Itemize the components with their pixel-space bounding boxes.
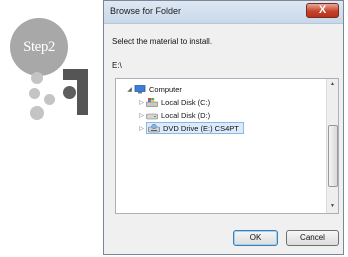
decorative-dot bbox=[63, 86, 76, 99]
tree-item-computer[interactable]: ◢ Computer bbox=[125, 83, 182, 95]
dialog-titlebar[interactable]: Browse for Folder X bbox=[104, 1, 343, 24]
decorative-dot bbox=[31, 72, 43, 84]
decorative-dot bbox=[29, 88, 40, 99]
collapse-arrow-icon[interactable]: ▷ bbox=[137, 99, 146, 106]
instruction-text: Select the material to install. bbox=[112, 37, 213, 46]
hard-drive-icon bbox=[146, 111, 158, 120]
dialog-title: Browse for Folder bbox=[110, 6, 182, 16]
step-label: Step2 bbox=[23, 38, 55, 55]
tree-item-local-disk-c[interactable]: ▷ Local Disk (C:) bbox=[137, 96, 210, 108]
close-button[interactable]: X bbox=[306, 3, 339, 18]
scrollbar-thumb[interactable] bbox=[328, 125, 338, 187]
dvd-drive-icon bbox=[148, 123, 160, 133]
collapse-arrow-icon[interactable]: ▷ bbox=[137, 112, 146, 119]
tree-item-label: Local Disk (C:) bbox=[161, 97, 211, 107]
expand-arrow-icon[interactable]: ◢ bbox=[125, 86, 134, 93]
cancel-button[interactable]: Cancel bbox=[286, 230, 339, 246]
selected-item-highlight[interactable]: DVD Drive (E:) CS4PT bbox=[146, 122, 244, 134]
folder-tree[interactable]: ◢ Computer ▷ Local Disk (C:) ▷ Local Dis… bbox=[115, 78, 339, 214]
decorative-dot bbox=[30, 106, 44, 120]
decorative-dot bbox=[44, 94, 55, 105]
tree-item-dvd-drive[interactable]: ▷ DVD Drive (E:) CS4PT bbox=[137, 122, 244, 134]
tree-item-local-disk-d[interactable]: ▷ Local Disk (D:) bbox=[137, 109, 210, 121]
tree-item-label: Computer bbox=[149, 84, 182, 94]
computer-icon bbox=[134, 84, 146, 94]
ok-button[interactable]: OK bbox=[233, 230, 278, 246]
close-icon: X bbox=[318, 4, 327, 16]
tree-item-label: Local Disk (D:) bbox=[161, 110, 211, 120]
step-badge: Step2 bbox=[10, 18, 68, 76]
browse-folder-dialog: Browse for Folder X Select the material … bbox=[103, 0, 344, 255]
scroll-down-arrow-icon[interactable]: ▼ bbox=[327, 203, 338, 211]
tree-item-label: DVD Drive (E:) CS4PT bbox=[163, 123, 239, 133]
selected-path: E:\ bbox=[112, 61, 122, 70]
vertical-scrollbar[interactable]: ▲ ▼ bbox=[326, 79, 338, 213]
scroll-up-arrow-icon[interactable]: ▲ bbox=[327, 81, 338, 89]
collapse-arrow-icon[interactable]: ▷ bbox=[137, 125, 146, 132]
decorative-bracket bbox=[77, 69, 88, 115]
windows-drive-icon bbox=[146, 97, 158, 107]
